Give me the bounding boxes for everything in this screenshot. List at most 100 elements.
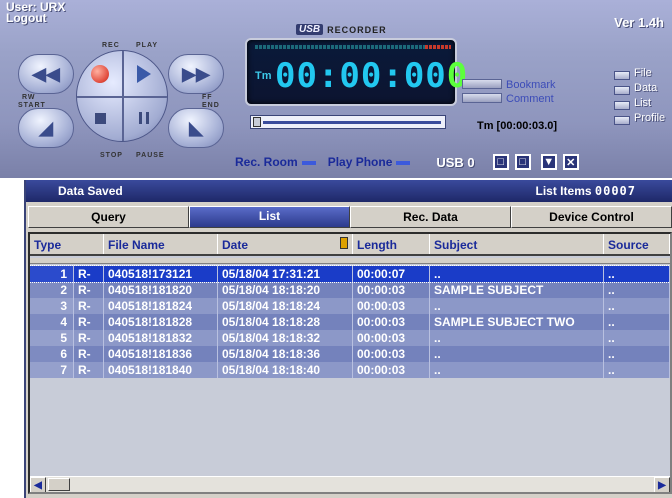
stop-button[interactable] — [78, 96, 122, 140]
row-number: 7 — [30, 362, 74, 378]
position-slider[interactable] — [250, 115, 446, 129]
time-display: Tm 00:00:000 — [245, 38, 467, 106]
recorder-logo: USB RECORDER — [296, 24, 387, 35]
row-date: 05/18/04 18:18:36 — [218, 346, 353, 362]
row-date: 05/18/04 18:18:40 — [218, 362, 353, 378]
row-file-name: 040518!173121 — [104, 266, 218, 282]
scroll-right-button[interactable]: ▶ — [654, 477, 670, 492]
file-toggle[interactable] — [614, 71, 630, 80]
level-meter — [255, 45, 451, 49]
column-length[interactable]: Length — [353, 234, 430, 254]
rewind-icon: ◀◀ — [32, 63, 60, 84]
dropdown-button[interactable]: ▼ — [540, 154, 557, 170]
scroll-left-button[interactable]: ◀ — [30, 477, 46, 492]
row-length: 00:00:03 — [353, 298, 430, 314]
slider-thumb[interactable] — [253, 117, 261, 127]
tab-rec-data[interactable]: Rec. Data — [350, 206, 511, 228]
row-subject: .. — [430, 346, 604, 362]
table-row[interactable]: 2 R- 040518!181820 05/18/04 18:18:20 00:00:0… — [30, 282, 670, 298]
column-date-label: Date — [222, 238, 249, 252]
logout-link[interactable]: Logout — [6, 12, 65, 24]
row-file-name: 040518!181828 — [104, 314, 218, 330]
row-number: 1 — [30, 266, 74, 282]
recorder-panel: User: URX Logout Ver 1.4h USB RECORDER R… — [0, 0, 672, 178]
pause-button[interactable] — [122, 96, 166, 140]
row-source: .. — [604, 266, 670, 282]
play-label: PLAY — [136, 42, 159, 49]
header-divider — [30, 258, 670, 264]
version-label: Ver 1.4h — [614, 15, 664, 30]
horizontal-scrollbar[interactable]: ◀ ▶ — [30, 476, 670, 492]
play-phone-label: Play Phone — [327, 155, 393, 169]
restore-panel-button[interactable]: □ — [514, 154, 531, 170]
table-row[interactable]: 6 R- 040518!181836 05/18/04 18:18:36 00:00:0… — [30, 346, 670, 362]
rewind-button[interactable]: ◀◀ — [18, 54, 74, 94]
recorder-logo-text: RECORDER — [327, 24, 387, 35]
rw-label: RW — [22, 94, 36, 101]
tab-list[interactable]: List — [189, 206, 350, 228]
table-row[interactable]: 3 R- 040518!181824 05/18/04 18:18:24 00:00:0… — [30, 298, 670, 314]
record-button[interactable] — [78, 52, 122, 96]
panel-restore-icon: □ — [519, 156, 526, 168]
table-row[interactable]: 4 R- 040518!181828 05/18/04 18:18:28 00:00:0… — [30, 314, 670, 330]
row-subject: .. — [430, 298, 604, 314]
pause-icon — [139, 112, 149, 124]
chevron-down-icon: ▼ — [543, 156, 555, 168]
usb-device-label: USB 0 — [436, 154, 475, 170]
pause-label: PAUSE — [136, 152, 165, 159]
row-date: 05/18/04 18:18:32 — [218, 330, 353, 346]
bookmark-label: Bookmark — [506, 79, 556, 91]
minimize-panel-button[interactable]: □ — [492, 154, 509, 170]
fast-forward-button[interactable]: ▶▶ — [168, 54, 224, 94]
play-button[interactable] — [122, 52, 166, 96]
column-subject[interactable]: Subject — [430, 234, 604, 254]
row-number: 6 — [30, 346, 74, 362]
row-source: .. — [604, 282, 670, 298]
profile-toggle-label: Profile — [634, 112, 666, 124]
row-type: R- — [74, 282, 104, 298]
row-length: 00:00:03 — [353, 362, 430, 378]
comment-label: Comment — [506, 93, 554, 105]
row-file-name: 040518!181824 — [104, 298, 218, 314]
row-file-name: 040518!181832 — [104, 330, 218, 346]
row-type: R- — [74, 362, 104, 378]
column-type[interactable]: Type — [30, 234, 104, 254]
data-toggle[interactable] — [614, 86, 630, 95]
user-info: User: URX Logout — [6, 1, 65, 24]
scroll-thumb[interactable] — [48, 478, 70, 491]
row-number: 2 — [30, 282, 74, 298]
row-date: 05/18/04 18:18:24 — [218, 298, 353, 314]
row-length: 00:00:07 — [353, 266, 430, 282]
rec-room-button[interactable]: Rec. Room — [235, 155, 316, 169]
row-subject: SAMPLE SUBJECT — [430, 282, 604, 298]
bookmark-button[interactable] — [462, 79, 502, 89]
stop-label: STOP — [100, 152, 123, 159]
row-subject: .. — [430, 266, 604, 282]
column-source[interactable]: Source — [604, 234, 670, 254]
list-toggle[interactable] — [614, 101, 630, 110]
play-phone-button[interactable]: Play Phone — [328, 155, 411, 169]
table-row[interactable]: 7 R- 040518!181840 05/18/04 18:18:40 00:00:0… — [30, 362, 670, 378]
comment-button[interactable] — [462, 93, 502, 103]
row-source: .. — [604, 330, 670, 346]
column-date[interactable]: Date — [218, 234, 353, 254]
row-file-name: 040518!181840 — [104, 362, 218, 378]
row-file-name: 040518!181820 — [104, 282, 218, 298]
data-panel-title: Data Saved — [58, 184, 123, 198]
row-length: 00:00:03 — [353, 282, 430, 298]
column-file-name[interactable]: File Name — [104, 234, 218, 254]
row-date: 05/18/04 17:31:21 — [218, 266, 353, 282]
table-row[interactable]: 5 R- 040518!181832 05/18/04 18:18:32 00:00:0… — [30, 330, 670, 346]
rec-room-label: Rec. Room — [235, 155, 298, 169]
recordings-table: Type File Name Date Length Subject Sourc… — [28, 232, 672, 494]
start-button[interactable]: ◢ — [18, 108, 74, 148]
tab-device-control[interactable]: Device Control — [511, 206, 672, 228]
close-button[interactable]: ✕ — [562, 154, 579, 170]
tab-query[interactable]: Query — [28, 206, 189, 228]
row-number: 4 — [30, 314, 74, 330]
end-button[interactable]: ◣ — [168, 108, 224, 148]
table-row[interactable]: 1 R- 040518!173121 05/18/04 17:31:21 00:00:0… — [30, 265, 670, 283]
profile-toggle[interactable] — [614, 116, 630, 125]
row-source: .. — [604, 362, 670, 378]
row-source: .. — [604, 314, 670, 330]
